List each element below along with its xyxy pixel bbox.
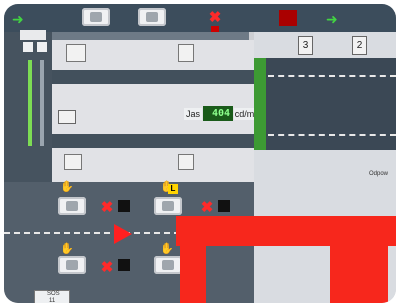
- brightness-label: Jas: [184, 108, 202, 120]
- right-label: Odpow: [369, 171, 389, 177]
- progress-bar-green: [28, 60, 32, 146]
- green-arrow-icon[interactable]: ➜: [326, 12, 338, 28]
- status-square: [218, 200, 230, 212]
- lane-number: 2: [352, 36, 367, 55]
- road-lane: [52, 70, 254, 84]
- road-lane: [52, 134, 254, 148]
- green-arrow-icon[interactable]: ➜: [12, 12, 24, 28]
- car-icon: [82, 8, 110, 26]
- bottom-status-icon[interactable]: SOS 11: [34, 290, 70, 303]
- signal-head: [20, 30, 46, 40]
- hand-icon[interactable]: ✋: [60, 242, 74, 255]
- signal-lamp: [37, 42, 47, 52]
- bottom-icon-text: SOS: [47, 291, 60, 297]
- lane-number: 3: [298, 36, 313, 55]
- car-icon: [58, 256, 86, 274]
- detector-icon[interactable]: [178, 44, 194, 62]
- red-x-icon: ✖: [200, 199, 214, 216]
- hand-icon[interactable]: ✋: [60, 180, 74, 193]
- warning-triangle-icon[interactable]: [114, 224, 132, 244]
- lane-marking: [268, 134, 396, 137]
- detector-icon[interactable]: [178, 154, 194, 170]
- car-icon: [58, 197, 86, 215]
- hand-icon[interactable]: ✋: [160, 242, 174, 255]
- detector-icon[interactable]: [64, 154, 82, 170]
- status-square: [118, 259, 130, 271]
- status-square: [118, 200, 130, 212]
- signal-red: [279, 10, 297, 26]
- bottom-icon-text: 11: [49, 298, 56, 303]
- red-x-icon: ✖: [208, 9, 222, 26]
- lane-marking: [4, 232, 180, 236]
- graph-icon[interactable]: [58, 110, 76, 124]
- car-icon: [154, 197, 182, 215]
- car-icon: [154, 256, 182, 274]
- progress-bar-grey: [40, 60, 44, 146]
- detector-icon[interactable]: [66, 44, 86, 62]
- red-x-icon: ✖: [100, 199, 114, 216]
- lane-badge: L: [168, 184, 178, 194]
- red-closed-bar: [180, 216, 206, 303]
- brightness-value: 404: [203, 106, 233, 121]
- car-icon: [138, 8, 166, 26]
- signal-lamp: [23, 42, 33, 52]
- red-x-icon: ✖: [100, 259, 114, 276]
- red-closed-bar: [330, 216, 388, 303]
- traffic-control-screen: ➜ ✖ Jas 404 cd/m2 3 ➜ 2 Odpow ✋ ✖ ✋ L ✖ …: [4, 4, 396, 303]
- lane-marking: [268, 75, 396, 78]
